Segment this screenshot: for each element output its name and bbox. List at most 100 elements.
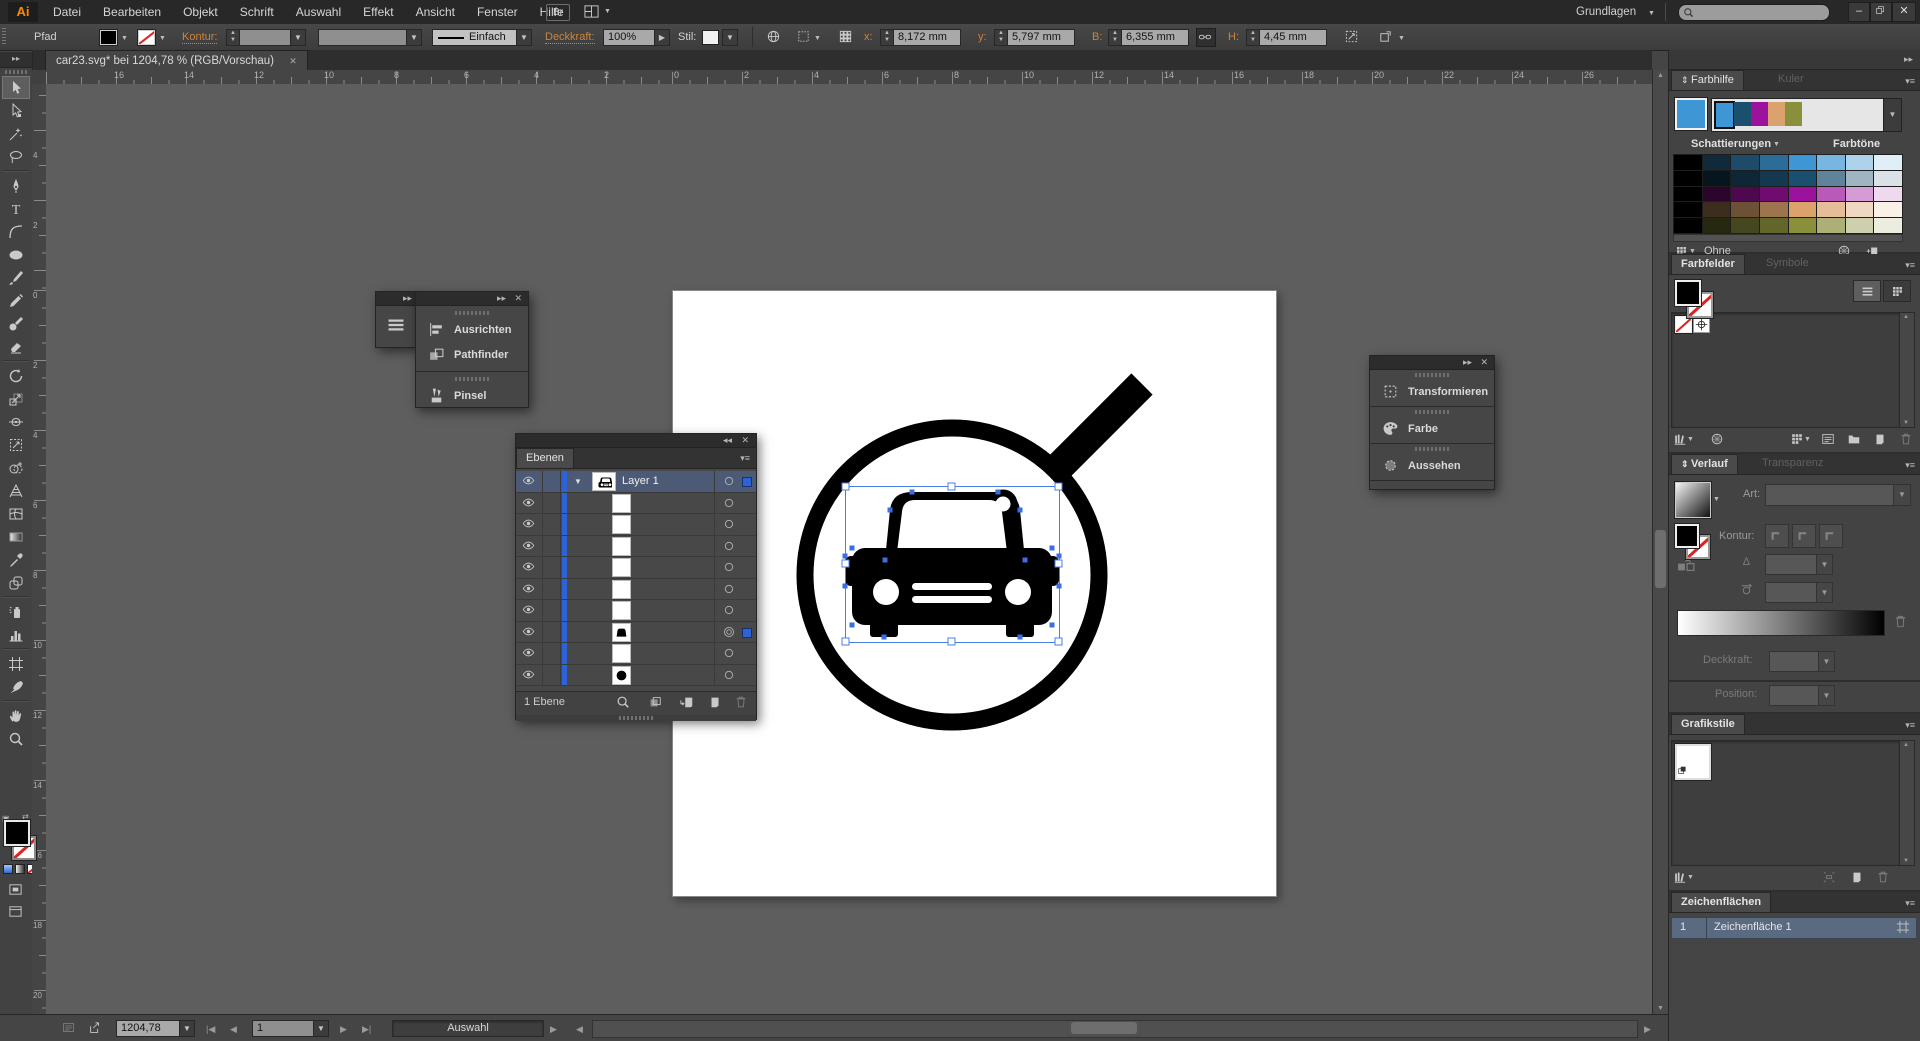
shade-cell[interactable] — [1817, 202, 1845, 217]
fill-caret[interactable]: ▼ — [121, 35, 128, 42]
libraries-caret[interactable]: ▼ — [1687, 436, 1694, 443]
panel-menu-icon[interactable]: ▾≡ — [1905, 260, 1915, 271]
panel-grip[interactable] — [416, 374, 528, 381]
path-row[interactable] — [516, 514, 756, 536]
visibility-toggle[interactable] — [522, 496, 535, 509]
stroke-weight-stepper[interactable]: ▲▼ — [226, 29, 240, 46]
visibility-toggle[interactable] — [522, 539, 535, 552]
target-circle[interactable] — [722, 582, 736, 596]
shade-cell[interactable] — [1674, 155, 1702, 170]
path-anchor[interactable] — [850, 546, 855, 551]
delete-style-icon[interactable] — [1876, 870, 1890, 884]
last-artboard-button[interactable]: ▶| — [362, 1024, 371, 1035]
dock-collapse-icon[interactable]: ▸▸ — [1904, 54, 1913, 65]
shade-cell[interactable] — [1703, 187, 1731, 202]
shade-cell[interactable] — [1731, 218, 1759, 233]
window-close-button[interactable]: ✕ — [1892, 2, 1916, 22]
gradient-angle-dropdown[interactable]: ▼ — [1765, 554, 1833, 575]
break-link-icon[interactable] — [1822, 870, 1836, 884]
layers-panel-header[interactable]: ◂◂ ✕ — [516, 434, 756, 448]
stroke-caret[interactable]: ▼ — [159, 35, 166, 42]
new-style-icon[interactable] — [1850, 870, 1864, 884]
stroke-across-button[interactable] — [1819, 524, 1843, 548]
path-anchor[interactable] — [996, 490, 1001, 495]
path-anchor[interactable] — [843, 554, 848, 559]
visibility-toggle[interactable] — [522, 668, 535, 681]
screen-mode-button[interactable] — [8, 904, 23, 922]
color-mode-button[interactable] — [3, 864, 13, 874]
selection-handle[interactable] — [948, 638, 955, 645]
shape-builder-tool[interactable] — [2, 456, 30, 479]
style-thumbnail[interactable] — [1675, 744, 1711, 780]
selection-handle[interactable] — [1055, 638, 1062, 645]
visibility-toggle[interactable] — [522, 625, 535, 638]
shade-cell[interactable] — [1760, 218, 1788, 233]
gradient-mode-button[interactable] — [15, 864, 25, 874]
eraser-tool[interactable] — [2, 335, 30, 358]
shades-caret[interactable]: ▼ — [1773, 141, 1780, 148]
path-anchor[interactable] — [1018, 635, 1023, 640]
opacity-caret[interactable]: ▶ — [654, 29, 670, 46]
zoom-field[interactable]: 1204,78 — [116, 1020, 182, 1037]
artboard-name[interactable]: Zeichenfläche 1 — [1714, 921, 1792, 933]
layer-thumbnail[interactable] — [612, 644, 631, 663]
gradient-fill-proxy[interactable] — [1675, 524, 1699, 548]
selection-handle[interactable] — [948, 483, 955, 490]
gradient-opacity-dropdown[interactable]: ▼ — [1769, 651, 1835, 672]
artboard-row[interactable]: 1 Zeichenfläche 1 — [1671, 917, 1917, 939]
path-anchor[interactable] — [882, 635, 887, 640]
target-circle[interactable] — [722, 539, 736, 553]
artboard-nav-field[interactable]: 1 — [252, 1020, 316, 1037]
constrain-proportions-button[interactable] — [1196, 28, 1216, 47]
delete-layer-button[interactable] — [734, 695, 748, 712]
workspace-caret[interactable]: ▼ — [1648, 10, 1655, 17]
mesh-tool[interactable] — [2, 502, 30, 525]
height-stepper[interactable]: ▲▼ — [1246, 29, 1260, 46]
shade-cell[interactable] — [1874, 218, 1902, 233]
shade-cell[interactable] — [1789, 187, 1817, 202]
horizontal-scroll-thumb[interactable] — [1071, 1022, 1137, 1034]
arc-tool[interactable] — [2, 220, 30, 243]
tab-farbfelder[interactable]: Farbfelder — [1671, 254, 1745, 274]
path-anchor[interactable] — [883, 558, 888, 563]
scale-tool[interactable] — [2, 387, 30, 410]
visibility-toggle[interactable] — [522, 603, 535, 616]
visibility-toggle[interactable] — [522, 517, 535, 530]
shade-cell[interactable] — [1789, 171, 1817, 186]
artboard-icon[interactable] — [1896, 920, 1910, 934]
panel-resize-grip[interactable] — [516, 715, 756, 721]
style-caret[interactable]: ▼ — [722, 29, 738, 46]
shade-cell[interactable] — [1674, 218, 1702, 233]
reference-point-locator[interactable] — [838, 29, 853, 47]
hscroll-right-button[interactable]: ▶ — [1644, 1024, 1651, 1035]
path-row[interactable] — [516, 643, 756, 665]
target-circle[interactable] — [722, 668, 736, 682]
layer-thumbnail[interactable] — [612, 666, 631, 685]
car-tire-left[interactable] — [870, 619, 898, 637]
shade-cell[interactable] — [1760, 155, 1788, 170]
path-anchor[interactable] — [843, 584, 848, 589]
y-field[interactable]: 5,797 mm — [1007, 29, 1075, 46]
menu-schrift[interactable]: Schrift — [229, 0, 285, 24]
harmony-color[interactable] — [1751, 102, 1768, 126]
path-anchor[interactable] — [1057, 584, 1062, 589]
delete-swatch-icon[interactable] — [1899, 432, 1913, 446]
swatch-kinds-caret[interactable]: ▼ — [1804, 436, 1811, 443]
pencil-tool[interactable] — [2, 289, 30, 312]
style-libraries-icon[interactable] — [1673, 870, 1687, 884]
shade-cell[interactable] — [1674, 202, 1702, 217]
scroll-down-arrow[interactable]: ▼ — [1657, 1005, 1664, 1012]
visibility-toggle[interactable] — [522, 474, 535, 487]
panel-menu-icon[interactable]: ▾≡ — [1905, 898, 1915, 909]
layer-label[interactable]: Layer 1 — [622, 475, 659, 487]
swatch-none[interactable] — [1675, 316, 1692, 333]
paintbrush-tool[interactable] — [2, 266, 30, 289]
perspective-grid-tool[interactable] — [2, 479, 30, 502]
shade-cell[interactable] — [1874, 202, 1902, 217]
shade-cell[interactable] — [1731, 187, 1759, 202]
tab-grafikstile[interactable]: Grafikstile — [1671, 714, 1745, 734]
new-swatch-icon[interactable] — [1873, 432, 1887, 446]
shade-cell[interactable] — [1703, 202, 1731, 217]
locate-object-button[interactable] — [616, 695, 630, 712]
opacity-field[interactable]: 100% — [603, 29, 657, 46]
